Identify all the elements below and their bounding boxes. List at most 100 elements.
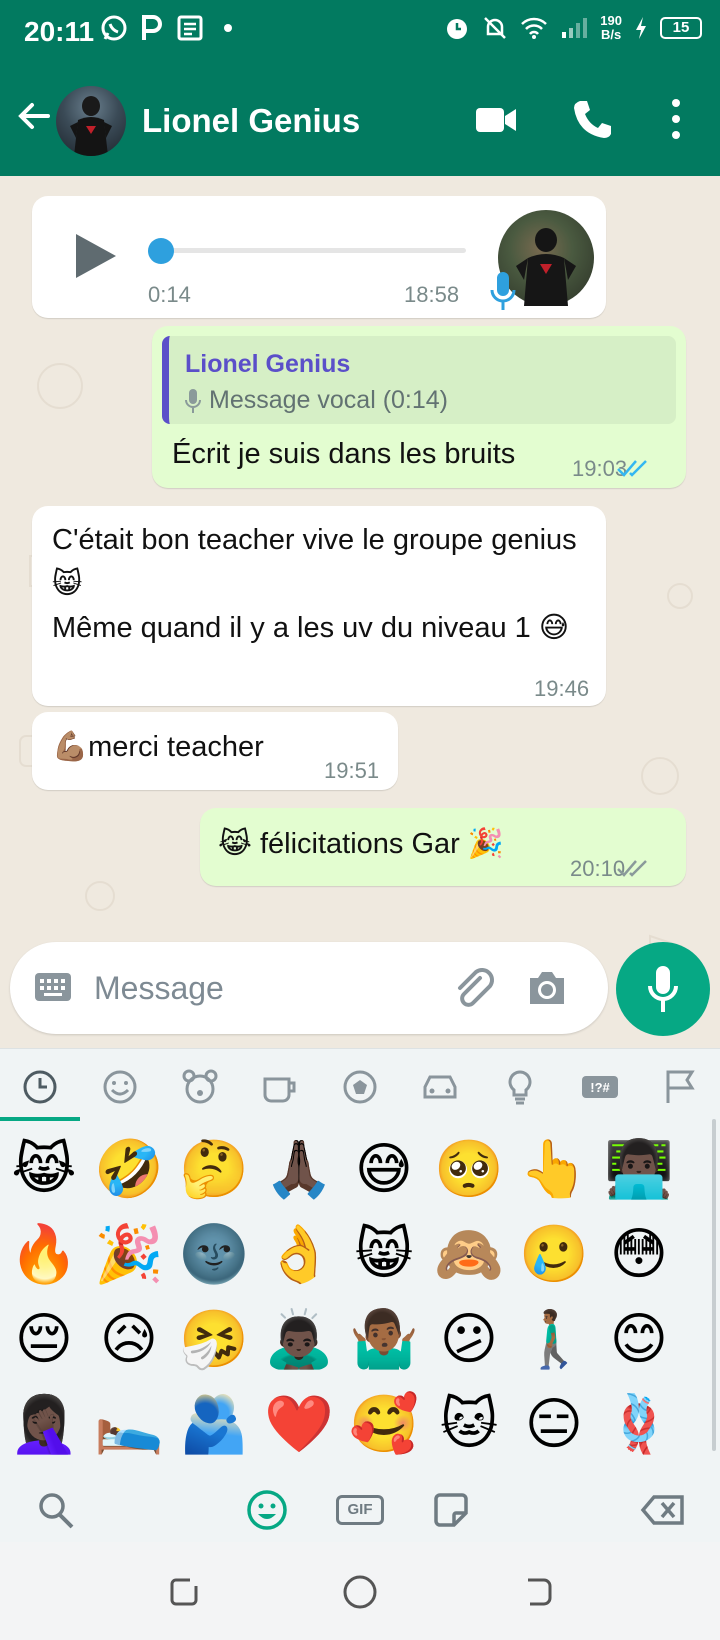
message-input[interactable] [94, 962, 414, 1014]
emoji-key[interactable]: 👌 [259, 1214, 339, 1294]
keyboard-icon[interactable] [34, 972, 72, 1002]
voice-message[interactable]: 0:14 18:58 [32, 196, 606, 318]
emoji-key[interactable]: ❤️ [259, 1384, 339, 1464]
contact-avatar[interactable] [56, 86, 126, 156]
emoji-key[interactable]: 🤧 [174, 1299, 254, 1379]
quote-author: Lionel Genius [185, 350, 351, 378]
mic-icon [648, 966, 678, 1012]
outgoing-reply-message[interactable]: Lionel Genius Message vocal (0:14) Écrit… [152, 326, 686, 488]
emoji-key[interactable]: 🫂 [174, 1384, 254, 1464]
objects-category-icon[interactable] [500, 1067, 540, 1107]
emoji-key[interactable]: 😹 [4, 1129, 84, 1209]
network-speed: 190 B/s [600, 14, 622, 42]
emoji-key[interactable]: 🙇🏿‍♂️ [259, 1299, 339, 1379]
emoji-key[interactable]: 🙈 [429, 1214, 509, 1294]
emoji-key[interactable]: 😑 [514, 1384, 594, 1464]
emoji-key[interactable]: 😅 [344, 1129, 424, 1209]
svg-text:!?#: !?# [590, 1080, 610, 1095]
emoji-key[interactable]: 🎉 [89, 1214, 169, 1294]
emoji-key[interactable]: 🥰 [344, 1384, 424, 1464]
incoming-message[interactable]: C'était bon teacher vive le groupe geniu… [32, 506, 606, 706]
chat-header: Lionel Genius [0, 66, 720, 176]
play-icon[interactable] [72, 230, 120, 282]
message-composer[interactable] [10, 942, 608, 1034]
video-call-icon[interactable] [474, 100, 518, 140]
mic-played-icon [490, 272, 516, 310]
emoji-grid: 😹 🤣 🤔 🙏🏿 😅 🥺 👆 👨🏿‍💻 🔥 🎉 🌚 👌 😸 🙈 🥲 😳 😔 😥 🤧 🙇🏿‍♂️ 🤷🏾‍♂️ 😕 🚶🏾‍♂️ 😊… [0, 1129, 720, 1469]
emoji-key[interactable]: 🪢 [599, 1384, 679, 1464]
message-time: 19:51 [324, 758, 380, 783]
emoji-key[interactable]: 😕 [429, 1299, 509, 1379]
emoji-key[interactable]: 👆 [514, 1129, 594, 1209]
emoji-key[interactable]: 🌚 [174, 1214, 254, 1294]
mic-icon [185, 389, 201, 413]
emoji-toolbar: GIF [0, 1477, 720, 1543]
voice-duration: 0:14 [148, 282, 191, 307]
emoji-key[interactable]: 😥 [89, 1299, 169, 1379]
back-arrow-icon[interactable] [14, 96, 54, 136]
emoji-key[interactable]: 🐱 [429, 1384, 509, 1464]
message-time: 18:58 [404, 282, 460, 307]
emoji-key[interactable]: 🙏🏿 [259, 1129, 339, 1209]
emoji-key[interactable]: 😔 [4, 1299, 84, 1379]
food-category-icon[interactable] [260, 1067, 300, 1107]
more-vert-icon[interactable] [664, 96, 688, 142]
sticker-icon[interactable] [430, 1489, 472, 1531]
recent-icon[interactable] [20, 1067, 60, 1107]
read-ticks-icon [617, 460, 647, 477]
voice-progress-handle[interactable] [148, 238, 174, 264]
travel-category-icon[interactable] [420, 1067, 460, 1107]
emoji-key[interactable]: 😊 [599, 1299, 679, 1379]
emoji-scrollbar[interactable] [712, 1119, 716, 1451]
backspace-icon[interactable] [640, 1489, 686, 1531]
quote-text: Message vocal (0:14) [209, 386, 449, 414]
voice-progress-track[interactable] [154, 248, 466, 253]
delivered-ticks-icon [617, 860, 647, 877]
contact-name[interactable]: Lionel Genius [142, 102, 360, 140]
message-time: 19:46 [534, 676, 590, 701]
emoji-key[interactable]: 🔥 [4, 1214, 84, 1294]
battery-indicator: 15 [660, 17, 702, 39]
emoji-key[interactable]: 😸 [344, 1214, 424, 1294]
emoji-key[interactable]: 😳 [599, 1214, 679, 1294]
emoji-key[interactable]: 🥲 [514, 1214, 594, 1294]
phone-icon[interactable] [572, 98, 612, 140]
camera-icon[interactable] [526, 968, 568, 1008]
symbols-category-icon[interactable]: !?# [580, 1067, 620, 1107]
gif-button[interactable]: GIF [336, 1495, 384, 1525]
alarm-icon [447, 19, 468, 39]
home-button[interactable] [340, 1572, 380, 1612]
whatsapp-notification-icon [101, 15, 127, 41]
quoted-message[interactable]: Lionel Genius Message vocal (0:14) [162, 336, 676, 424]
system-navigation-bar [0, 1542, 720, 1640]
charging-icon [636, 17, 646, 39]
smiley-category-icon[interactable] [100, 1067, 140, 1107]
emoji-key[interactable]: 🛌 [89, 1384, 169, 1464]
emoji-category-bar: !?# [0, 1049, 720, 1121]
status-bar: 20:11 190 B/s 15 [0, 0, 720, 66]
recents-button[interactable] [164, 1572, 204, 1612]
net-speed-unit: B/s [601, 27, 622, 42]
search-icon[interactable] [36, 1489, 76, 1531]
back-button[interactable] [518, 1572, 558, 1612]
wifi-icon [521, 17, 548, 39]
attach-icon[interactable] [450, 964, 498, 1012]
chat-area[interactable]: 0:14 18:58 Lionel Genius Message vocal (… [0, 176, 720, 1048]
net-speed-value: 190 [600, 13, 622, 28]
emoji-key[interactable]: 🤷🏾‍♂️ [344, 1299, 424, 1379]
emoji-key[interactable]: 🤦🏿‍♀️ [4, 1384, 84, 1464]
news-notification-icon [177, 15, 203, 41]
emoji-icon[interactable] [246, 1489, 288, 1531]
emoji-key[interactable]: 👨🏿‍💻 [599, 1129, 679, 1209]
emoji-key[interactable]: 🚶🏾‍♂️ [514, 1299, 594, 1379]
voice-record-button[interactable] [616, 942, 710, 1036]
flags-category-icon[interactable] [660, 1067, 700, 1107]
emoji-key[interactable]: 🤔 [174, 1129, 254, 1209]
outgoing-message[interactable]: 😹 félicitations Gar 🎉 20:10 [200, 808, 686, 886]
incoming-message[interactable]: 💪🏽merci teacher 19:51 [32, 712, 398, 790]
animal-category-icon[interactable] [180, 1067, 220, 1107]
emoji-key[interactable]: 🤣 [89, 1129, 169, 1209]
activity-category-icon[interactable] [340, 1067, 380, 1107]
emoji-key[interactable]: 🥺 [429, 1129, 509, 1209]
selected-category-indicator [0, 1117, 80, 1121]
